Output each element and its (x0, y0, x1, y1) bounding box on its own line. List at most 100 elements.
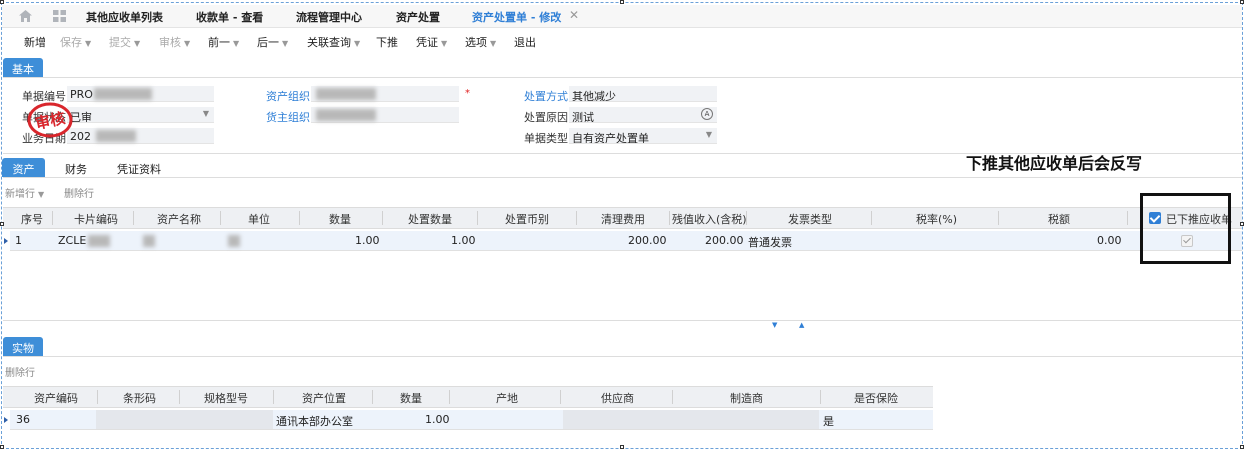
subtab-finance[interactable]: 财务 (65, 161, 87, 177)
col-header[interactable]: 残值收入(含税) (672, 211, 747, 227)
col-header[interactable]: 序号 (21, 211, 43, 227)
col-header[interactable]: 处置数量 (408, 211, 452, 227)
table-row[interactable]: 36 通讯本部办公室 1.00 是 (10, 410, 933, 430)
resize-handle[interactable] (1240, 222, 1244, 226)
app-grid-icon[interactable] (53, 10, 66, 22)
cell-qty[interactable]: 1.00 (425, 413, 450, 426)
chevron-down-icon: ▼ (202, 109, 209, 118)
redacted-doc-no (94, 88, 152, 100)
cell-seq[interactable]: 1 (15, 234, 22, 247)
col-header[interactable]: 资产编码 (34, 390, 78, 406)
cell-dispose-qty[interactable]: 1.00 (451, 234, 476, 247)
chevron-down-icon: ▼ (134, 39, 141, 48)
chevron-down-icon: ▼ (282, 39, 289, 48)
col-header[interactable]: 清理费用 (601, 211, 645, 227)
table-row[interactable]: 1 ZCLE 1.00 1.00 200.00 200.00 普通发票 0.00 (10, 231, 1242, 251)
cell-salvage-income[interactable]: 200.00 (705, 234, 744, 247)
delete-row-button[interactable]: 删除行 (5, 364, 35, 379)
tab-asset-disposal[interactable]: 资产处置 (396, 9, 440, 25)
options-button[interactable]: 选项 ▼ (465, 34, 496, 50)
dispose-reason-label: 处置原因 (524, 111, 568, 124)
cell-qty[interactable]: 1.00 (355, 234, 380, 247)
voucher-button[interactable]: 凭证 ▼ (416, 34, 447, 50)
doc-status-field[interactable]: 已审 ▼ (67, 107, 214, 123)
splitter (3, 320, 1242, 321)
new-row-button[interactable]: 新增行 ▼ (5, 185, 44, 200)
asset-org-label[interactable]: 资产组织 (266, 88, 310, 104)
subtab-voucher-data[interactable]: 凭证资料 (117, 161, 161, 177)
resize-handle[interactable] (0, 222, 4, 226)
dispose-method-label[interactable]: 处置方式 (524, 88, 568, 104)
redacted-owner-org (316, 109, 376, 121)
col-header[interactable]: 处置币别 (505, 211, 549, 227)
prev-button[interactable]: 前一 ▼ (208, 34, 239, 50)
tab-asset-disposal-edit[interactable]: 资产处置单 - 修改 (472, 9, 561, 25)
row-pointer-icon (4, 417, 8, 423)
lookup-icon[interactable]: A (701, 108, 713, 120)
delete-row-button[interactable]: 删除行 (64, 185, 94, 200)
home-icon[interactable] (19, 10, 32, 22)
col-header[interactable]: 供应商 (601, 390, 634, 406)
cell-insured[interactable]: 是 (823, 413, 834, 429)
collapse-down-icon[interactable]: ▼ (772, 321, 777, 329)
section-divider (3, 177, 1242, 178)
subtab-asset[interactable]: 资产 (2, 158, 45, 177)
push-down-button[interactable]: 下推 (376, 34, 398, 50)
readonly-cells (96, 410, 273, 429)
col-header[interactable]: 制造商 (730, 390, 763, 406)
col-header[interactable]: 规格型号 (204, 390, 248, 406)
col-header[interactable]: 税率(%) (916, 211, 957, 227)
section-physical[interactable]: 实物 (3, 337, 43, 356)
col-header[interactable]: 资产名称 (157, 211, 201, 227)
col-header[interactable]: 条形码 (123, 390, 156, 406)
section-basic[interactable]: 基本 (3, 58, 43, 77)
link-query-button[interactable]: 关联查询 ▼ (307, 34, 360, 50)
resize-handle[interactable] (0, 445, 4, 449)
tab-process-center[interactable]: 流程管理中心 (296, 9, 362, 25)
resize-handle[interactable] (1240, 0, 1244, 4)
doc-type-field[interactable]: 自有资产处置单 ▼ (569, 128, 717, 144)
tab-bar: 其他应收单列表 收款单 - 查看 流程管理中心 资产处置 资产处置单 - 修改 … (2, 5, 1242, 33)
col-header[interactable]: 产地 (496, 390, 518, 406)
col-header[interactable]: 单位 (248, 211, 270, 227)
new-button[interactable]: 新增 (24, 34, 46, 50)
col-header[interactable]: 数量 (400, 390, 422, 406)
cell-invoice-type[interactable]: 普通发票 (748, 234, 792, 250)
resize-handle[interactable] (0, 0, 4, 4)
owner-org-label[interactable]: 货主组织 (266, 109, 310, 125)
cell-tax-amount[interactable]: 0.00 (1097, 234, 1122, 247)
annotation-text: 下推其他应收单后会反写 (966, 154, 1143, 173)
col-header[interactable]: 是否保险 (854, 390, 898, 406)
cell-card-code[interactable]: ZCLE (58, 234, 86, 247)
redacted-date (96, 130, 136, 142)
col-header[interactable]: 税额 (1048, 211, 1070, 227)
resize-handle[interactable] (1240, 445, 1244, 449)
resize-handle[interactable] (620, 0, 624, 4)
audit-stamp-text: 审核 (34, 109, 67, 133)
col-header[interactable]: 资产位置 (302, 390, 346, 406)
col-header[interactable]: 发票类型 (788, 211, 832, 227)
cell-location[interactable]: 通讯本部办公室 (276, 413, 353, 429)
cell-cleanup-fee[interactable]: 200.00 (628, 234, 667, 247)
submit-button[interactable]: 提交 ▼ (109, 34, 140, 50)
exit-button[interactable]: 退出 (514, 34, 536, 50)
next-button[interactable]: 后一 ▼ (257, 34, 288, 50)
redacted-card-code (88, 235, 110, 247)
dispose-method-field[interactable]: 其他减少 (569, 86, 717, 102)
resize-handle[interactable] (620, 445, 624, 449)
annotation-box (1140, 193, 1231, 264)
collapse-up-icon[interactable]: ▲ (799, 321, 804, 329)
cell-asset-code[interactable]: 36 (16, 413, 30, 426)
audit-button[interactable]: 审核 ▼ (159, 34, 190, 50)
dispose-reason-field[interactable]: 测试 A (569, 107, 717, 123)
tab-receipt-view[interactable]: 收款单 - 查看 (196, 9, 263, 25)
chevron-down-icon: ▼ (233, 39, 240, 48)
chevron-down-icon: ▼ (38, 190, 45, 199)
save-button[interactable]: 保存 ▼ (60, 34, 91, 50)
close-tab-icon[interactable]: ✕ (569, 8, 579, 22)
biz-date-field[interactable]: 202 (67, 128, 214, 144)
section-divider (3, 356, 1242, 357)
col-header[interactable]: 数量 (329, 211, 351, 227)
tab-other-receivable-list[interactable]: 其他应收单列表 (86, 9, 163, 25)
col-header[interactable]: 卡片编码 (74, 211, 118, 227)
